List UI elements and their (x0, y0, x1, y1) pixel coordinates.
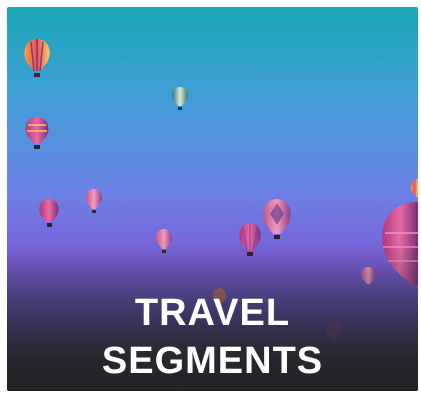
balloon (25, 117, 49, 149)
balloon (410, 179, 418, 197)
tile-title-line-2: SEGMENTS (101, 340, 324, 382)
balloon (263, 199, 291, 239)
travel-segments-tile[interactable]: TRAVEL SEGMENTS (7, 7, 418, 391)
balloon (172, 87, 188, 110)
balloon (39, 199, 59, 227)
balloon (24, 39, 50, 77)
tile-title: TRAVEL SEGMENTS (7, 289, 418, 385)
tile-title-line-1: TRAVEL (134, 292, 291, 334)
balloon (86, 189, 102, 213)
